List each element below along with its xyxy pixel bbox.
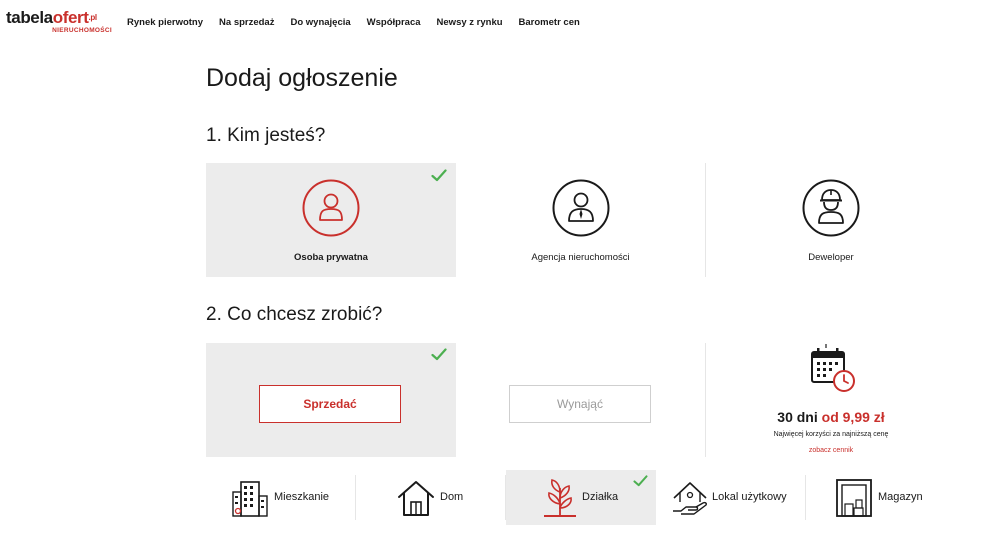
who-option-label: Osoba prywatna [294,252,368,263]
who-option-label: Agencja nieruchomości [531,252,630,263]
promo-note: Najwięcej korzyści za najniższą cenę [773,431,889,438]
nav-newsy-z-rynku[interactable]: Newsy z rynku [437,17,503,28]
action-rent-tile[interactable]: Wynająć [456,343,706,457]
property-type-label: Działka [582,491,619,503]
warehouse-icon [836,479,872,517]
property-type-label: Lokal użytkowy [712,491,787,503]
nav-rynek-pierwotny[interactable]: Rynek pierwotny [127,17,203,28]
site-header: tabelaofert.pl NIERUCHOMOŚCI Rynek pierw… [0,0,1000,46]
check-icon [431,348,447,361]
property-type-house[interactable]: Dom [356,470,506,525]
house-icon [398,481,434,516]
pricing-promo: 30 dni od 9,99 zł Najwięcej korzyści za … [706,343,956,457]
site-logo[interactable]: tabelaofert.pl NIERUCHOMOŚCI [6,8,114,38]
logo-wordmark: tabelaofert.pl [6,8,97,27]
logo-subtitle: NIERUCHOMOŚCI [52,27,112,34]
agent-icon [552,179,610,237]
who-option-label: Deweloper [808,252,854,263]
who-option-agency[interactable]: Agencja nieruchomości [456,163,706,277]
price-list-link[interactable]: zobacz cennik [706,447,956,454]
property-type-label: Mieszkanie [274,491,330,503]
promo-price: 30 dni od 9,99 zł [777,409,885,425]
property-type-plot[interactable]: Działka [506,470,656,525]
hand-house-icon [673,482,707,515]
property-type-apartment[interactable]: Mieszkanie [206,470,356,525]
builder-icon [802,179,860,237]
property-type-row: Mieszkanie Dom Działka Lokal użytkowy Ma… [206,470,956,525]
plant-icon [544,479,576,517]
who-option-private[interactable]: Osoba prywatna [206,163,456,277]
check-icon [431,169,447,182]
main-nav: Rynek pierwotny Na sprzedaż Do wynajęcia… [127,17,580,28]
property-type-warehouse[interactable]: Magazyn [806,470,956,525]
property-type-label: Magazyn [878,491,923,503]
check-icon [633,475,648,487]
action-sell-tile[interactable]: Sprzedać [206,343,456,457]
property-type-label: Dom [440,491,464,503]
calendar-clock-icon [811,344,855,392]
person-icon [302,179,360,237]
who-option-developer[interactable]: Deweloper [706,163,956,277]
rent-button[interactable]: Wynająć [509,385,651,423]
sell-button[interactable]: Sprzedać [259,385,401,423]
section-action-title: 2. Co chcesz zrobić? [206,304,383,325]
nav-na-sprzedaz[interactable]: Na sprzedaż [219,17,274,28]
page-title: Dodaj ogłoszenie [206,64,398,92]
nav-barometr-cen[interactable]: Barometr cen [519,17,580,28]
nav-do-wynajecia[interactable]: Do wynajęcia [290,17,350,28]
apartment-building-icon [232,481,268,517]
section-who-title: 1. Kim jesteś? [206,125,326,146]
nav-wspolpraca[interactable]: Współpraca [367,17,421,28]
property-type-commercial[interactable]: Lokal użytkowy [656,470,806,525]
